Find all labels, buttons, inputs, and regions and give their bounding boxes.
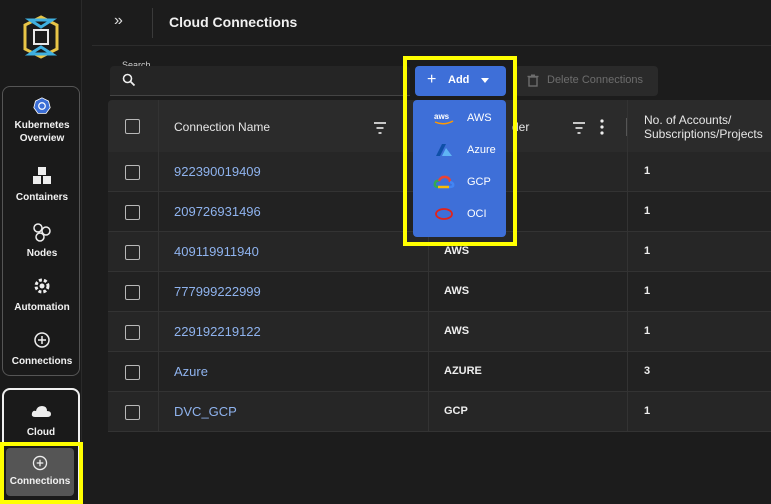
column-header-accounts: No. of Accounts/ Subscriptions/Projects (644, 113, 763, 141)
provider-cell: AZURE (444, 365, 482, 377)
accounts-cell: 1 (644, 165, 651, 177)
menu-item-oci[interactable]: OCI (413, 198, 506, 230)
column-divider (627, 100, 628, 432)
oci-logo-icon (435, 208, 453, 220)
nodes-icon (33, 223, 51, 242)
row-checkbox[interactable] (125, 245, 140, 260)
provider-cell: GCP (444, 405, 468, 417)
row-checkbox[interactable] (125, 405, 140, 420)
sidebar-item-automation[interactable]: Automation (3, 275, 81, 314)
sidebar-item-label: Connections (11, 356, 73, 367)
delete-connections-label: Delete Connections (547, 74, 644, 86)
table-row[interactable]: Azure AZURE 3 (108, 352, 771, 392)
table-row[interactable]: DVC_GCP GCP 1 (108, 392, 771, 432)
filter-icon[interactable] (373, 122, 387, 134)
accounts-cell: 1 (644, 245, 651, 257)
sidebar-item-cloud[interactable]: Cloud (2, 400, 80, 439)
sidebar-item-containers[interactable]: Containers (3, 165, 81, 204)
provider-cell: AWS (444, 325, 470, 337)
column-header-accounts-line1: No. of Accounts/ (644, 113, 732, 127)
sidebar-item-label: Automation (14, 302, 70, 313)
connection-name-link[interactable]: 209726931496 (174, 204, 261, 219)
table-row[interactable]: 229192219122 AWS 1 (108, 312, 771, 352)
sidebar-item-label: Containers (15, 192, 69, 203)
cloud-icon (31, 406, 51, 417)
nav-group: Kubernetes Overview Containers Nodes Aut… (2, 86, 80, 376)
table-row[interactable]: 777999222999 AWS 1 (108, 272, 771, 312)
accounts-cell: 1 (644, 325, 651, 337)
plus-circle-icon (32, 455, 48, 471)
connection-name-link[interactable]: 229192219122 (174, 324, 261, 339)
row-checkbox[interactable] (125, 205, 140, 220)
menu-item-azure[interactable]: Azure (413, 134, 506, 166)
sidebar-item-nodes[interactable]: Nodes (3, 221, 81, 260)
connection-name-link[interactable]: 777999222999 (174, 284, 261, 299)
header: » Cloud Connections (92, 0, 771, 46)
gcp-logo-icon (433, 175, 455, 189)
aws-logo-icon: aws (434, 112, 454, 125)
row-checkbox[interactable] (125, 285, 140, 300)
kubernetes-icon (33, 97, 51, 114)
menu-item-gcp[interactable]: GCP (413, 166, 506, 198)
accounts-cell: 1 (644, 205, 651, 217)
chevrons-right-icon[interactable]: » (114, 12, 123, 30)
connection-name-link[interactable]: 409119911940 (174, 244, 259, 259)
filter-icon[interactable] (572, 122, 586, 134)
search-icon (122, 73, 136, 87)
row-checkbox[interactable] (125, 365, 140, 380)
svg-text:aws: aws (434, 112, 450, 121)
menu-item-aws[interactable]: aws AWS (413, 102, 506, 134)
more-vertical-icon[interactable] (599, 119, 605, 135)
provider-cell: AWS (444, 245, 470, 257)
row-checkbox[interactable] (125, 165, 140, 180)
sidebar: Kubernetes Overview Containers Nodes Aut… (0, 0, 83, 504)
sidebar-item-connections[interactable]: Connections (3, 329, 81, 368)
divider (152, 8, 153, 38)
sidebar-item-label: Connections (9, 476, 71, 487)
sidebar-item-kubernetes-overview[interactable]: Kubernetes Overview (3, 97, 81, 145)
menu-item-label: OCI (467, 208, 487, 220)
connection-name-link[interactable]: DVC_GCP (174, 404, 237, 419)
column-header-connection-name: Connection Name (174, 120, 271, 134)
cubes-icon (33, 167, 51, 184)
menu-item-label: AWS (467, 112, 492, 124)
menu-item-label: Azure (467, 144, 496, 156)
row-checkbox[interactable] (125, 325, 140, 340)
sidebar-item-cloud-connections[interactable]: Connections (6, 448, 74, 496)
gear-icon (34, 278, 50, 294)
accounts-cell: 3 (644, 365, 651, 377)
delete-connections-button[interactable]: Delete Connections (515, 66, 658, 96)
page-title: Cloud Connections (169, 14, 298, 30)
accounts-cell: 1 (644, 285, 651, 297)
connection-name-link[interactable]: 922390019409 (174, 164, 261, 179)
sidebar-item-label: Overview (19, 133, 65, 144)
sidebar-item-label: Kubernetes (14, 120, 70, 131)
sidebar-item-label: Nodes (26, 248, 58, 259)
column-header-accounts-line2: Subscriptions/Projects (644, 127, 763, 141)
app-logo (23, 15, 59, 59)
plus-circle-icon (34, 332, 50, 348)
azure-logo-icon (436, 144, 452, 156)
sidebar-item-label: Cloud (26, 427, 56, 438)
trash-icon (527, 74, 539, 87)
select-all-checkbox[interactable] (125, 119, 140, 134)
add-dropdown-menu: aws AWS Azure GCP OCI (413, 100, 506, 237)
provider-cell: AWS (444, 285, 470, 297)
column-divider (158, 100, 159, 432)
accounts-cell: 1 (644, 405, 651, 417)
connection-name-link[interactable]: Azure (174, 364, 208, 379)
menu-item-label: GCP (467, 176, 491, 188)
search-input[interactable] (110, 66, 410, 96)
